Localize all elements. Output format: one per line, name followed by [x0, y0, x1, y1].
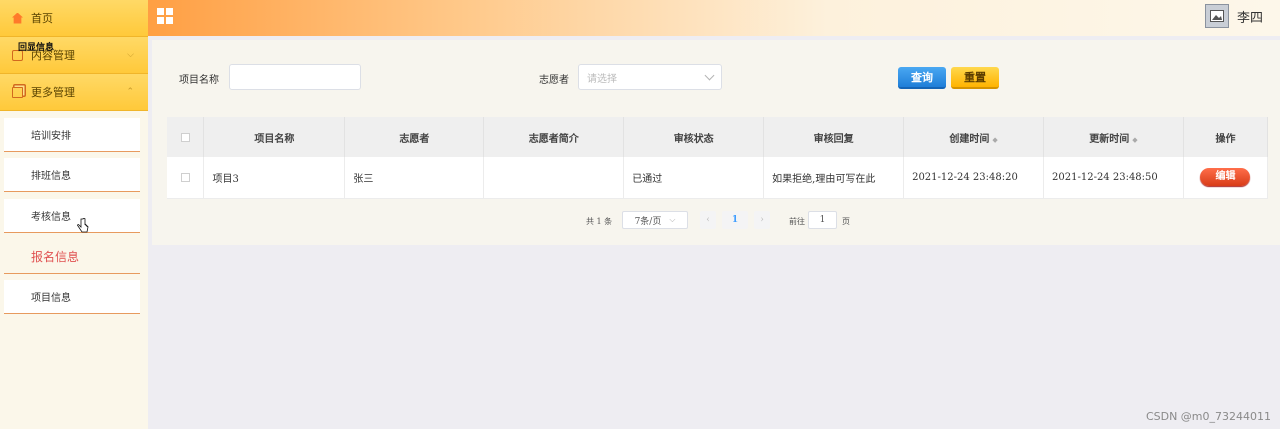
submenu-registration-info[interactable]: 报名信息	[4, 240, 140, 274]
cell-created: 2021-12-24 23:48:20	[903, 157, 1045, 199]
project-name-label: 项目名称	[179, 75, 219, 86]
chevron-up-icon: ⌃	[126, 87, 134, 97]
cell-reply: 如果拒绝,理由可写在此	[763, 157, 905, 199]
submenu-label: 培训安排	[31, 131, 71, 142]
checkbox-icon[interactable]	[180, 132, 190, 142]
cell-action: 编辑	[1183, 157, 1269, 199]
hand-cursor-icon	[77, 218, 89, 233]
column-header: 操作	[1183, 117, 1269, 157]
column-header: 审核回复	[763, 117, 905, 157]
data-table: 项目名称 志愿者 志愿者简介 审核状态 审核回复 创建时间 ◆ 更新时间 ◆ 操作 …	[167, 117, 1269, 199]
query-button[interactable]: 查询	[898, 67, 946, 89]
volunteer-select-placeholder: 请选择	[587, 73, 617, 85]
watermark: CSDN @m0_73244011	[1145, 410, 1271, 423]
column-header-label: 创建时间	[949, 133, 990, 145]
submenu-assessment-info[interactable]: 考核信息	[4, 199, 140, 233]
main-panel: 项目名称 志愿者 请选择 查询 重置 项目名称 志愿者 志愿者简介 审核状态 审…	[152, 40, 1280, 245]
volunteer-label: 志愿者	[539, 75, 569, 86]
submenu-shift-info[interactable]: 排班信息	[4, 158, 140, 192]
next-page-button[interactable]: ›	[754, 211, 770, 229]
submenu-label: 报名信息	[31, 250, 80, 264]
row-select[interactable]	[167, 157, 205, 199]
chevron-down-icon: ⌵	[127, 50, 134, 60]
submenu-label: 排班信息	[31, 171, 71, 182]
sort-icon[interactable]: ◆	[992, 135, 997, 144]
cell-status: 已通过	[623, 157, 765, 199]
chevron-down-icon	[704, 70, 715, 81]
user-name[interactable]: 李四	[1237, 7, 1263, 26]
menu-more-management-label: 更多管理	[31, 86, 75, 99]
column-header: 志愿者	[344, 117, 485, 157]
goto-page-input[interactable]: 1	[808, 211, 837, 229]
project-name-input[interactable]	[229, 64, 361, 90]
submenu-label: 项目信息	[31, 293, 71, 304]
sort-icon[interactable]: ◆	[1132, 135, 1137, 144]
cell-volunteer: 张三	[344, 157, 485, 199]
home-icon	[12, 12, 23, 24]
menu-more-management[interactable]: 更多管理 ⌃	[0, 74, 148, 111]
submenu-training-schedule[interactable]: 培训安排	[4, 118, 140, 152]
menu-home[interactable]: 首页	[0, 0, 148, 37]
overlay-tooltip-text: 回显信息	[18, 43, 55, 53]
submenu-project-info[interactable]: 项目信息	[4, 280, 140, 314]
pagination-total: 共 1 条	[586, 217, 613, 226]
column-header: 审核状态	[623, 117, 765, 157]
table-header-row: 项目名称 志愿者 志愿者简介 审核状态 审核回复 创建时间 ◆ 更新时间 ◆ 操作	[167, 117, 1269, 157]
sidebar: 首页 内容管理 ⌵ 回显信息 更多管理 ⌃ 培训安排 排班信息 考核信息 报名信…	[0, 0, 148, 429]
column-header-sortable[interactable]: 创建时间 ◆	[903, 117, 1045, 157]
column-header-label: 更新时间	[1089, 133, 1130, 145]
submenu-label: 考核信息	[31, 212, 71, 223]
menu-home-label: 首页	[31, 12, 53, 25]
volunteer-select[interactable]: 请选择	[578, 64, 722, 90]
grid-menu-icon[interactable]	[157, 8, 173, 24]
copy-icon	[12, 86, 23, 98]
header-select-all[interactable]	[167, 117, 205, 157]
column-header: 志愿者简介	[483, 117, 625, 157]
current-page[interactable]: 1	[722, 211, 748, 229]
page-size-value: 7条/页	[634, 216, 662, 227]
table-row: 项目3 张三 已通过 如果拒绝,理由可写在此 2021-12-24 23:48:…	[167, 157, 1269, 199]
avatar-image-icon[interactable]	[1205, 4, 1229, 28]
cell-intro	[483, 157, 625, 199]
reset-button[interactable]: 重置	[951, 67, 999, 89]
goto-label: 前往	[789, 217, 805, 226]
cell-updated: 2021-12-24 23:48:50	[1043, 157, 1184, 199]
page-suffix: 页	[842, 217, 850, 226]
edit-button[interactable]: 编辑	[1200, 168, 1251, 187]
column-header: 项目名称	[203, 117, 346, 157]
prev-page-button[interactable]: ‹	[700, 211, 716, 229]
column-header-sortable[interactable]: 更新时间 ◆	[1043, 117, 1184, 157]
cell-project-name: 项目3	[203, 157, 346, 199]
chevron-down-icon: ⌵	[669, 215, 676, 224]
top-header: 李四	[148, 0, 1280, 36]
page-size-select[interactable]: 7条/页 ⌵	[622, 211, 688, 229]
checkbox-icon[interactable]	[180, 172, 190, 182]
